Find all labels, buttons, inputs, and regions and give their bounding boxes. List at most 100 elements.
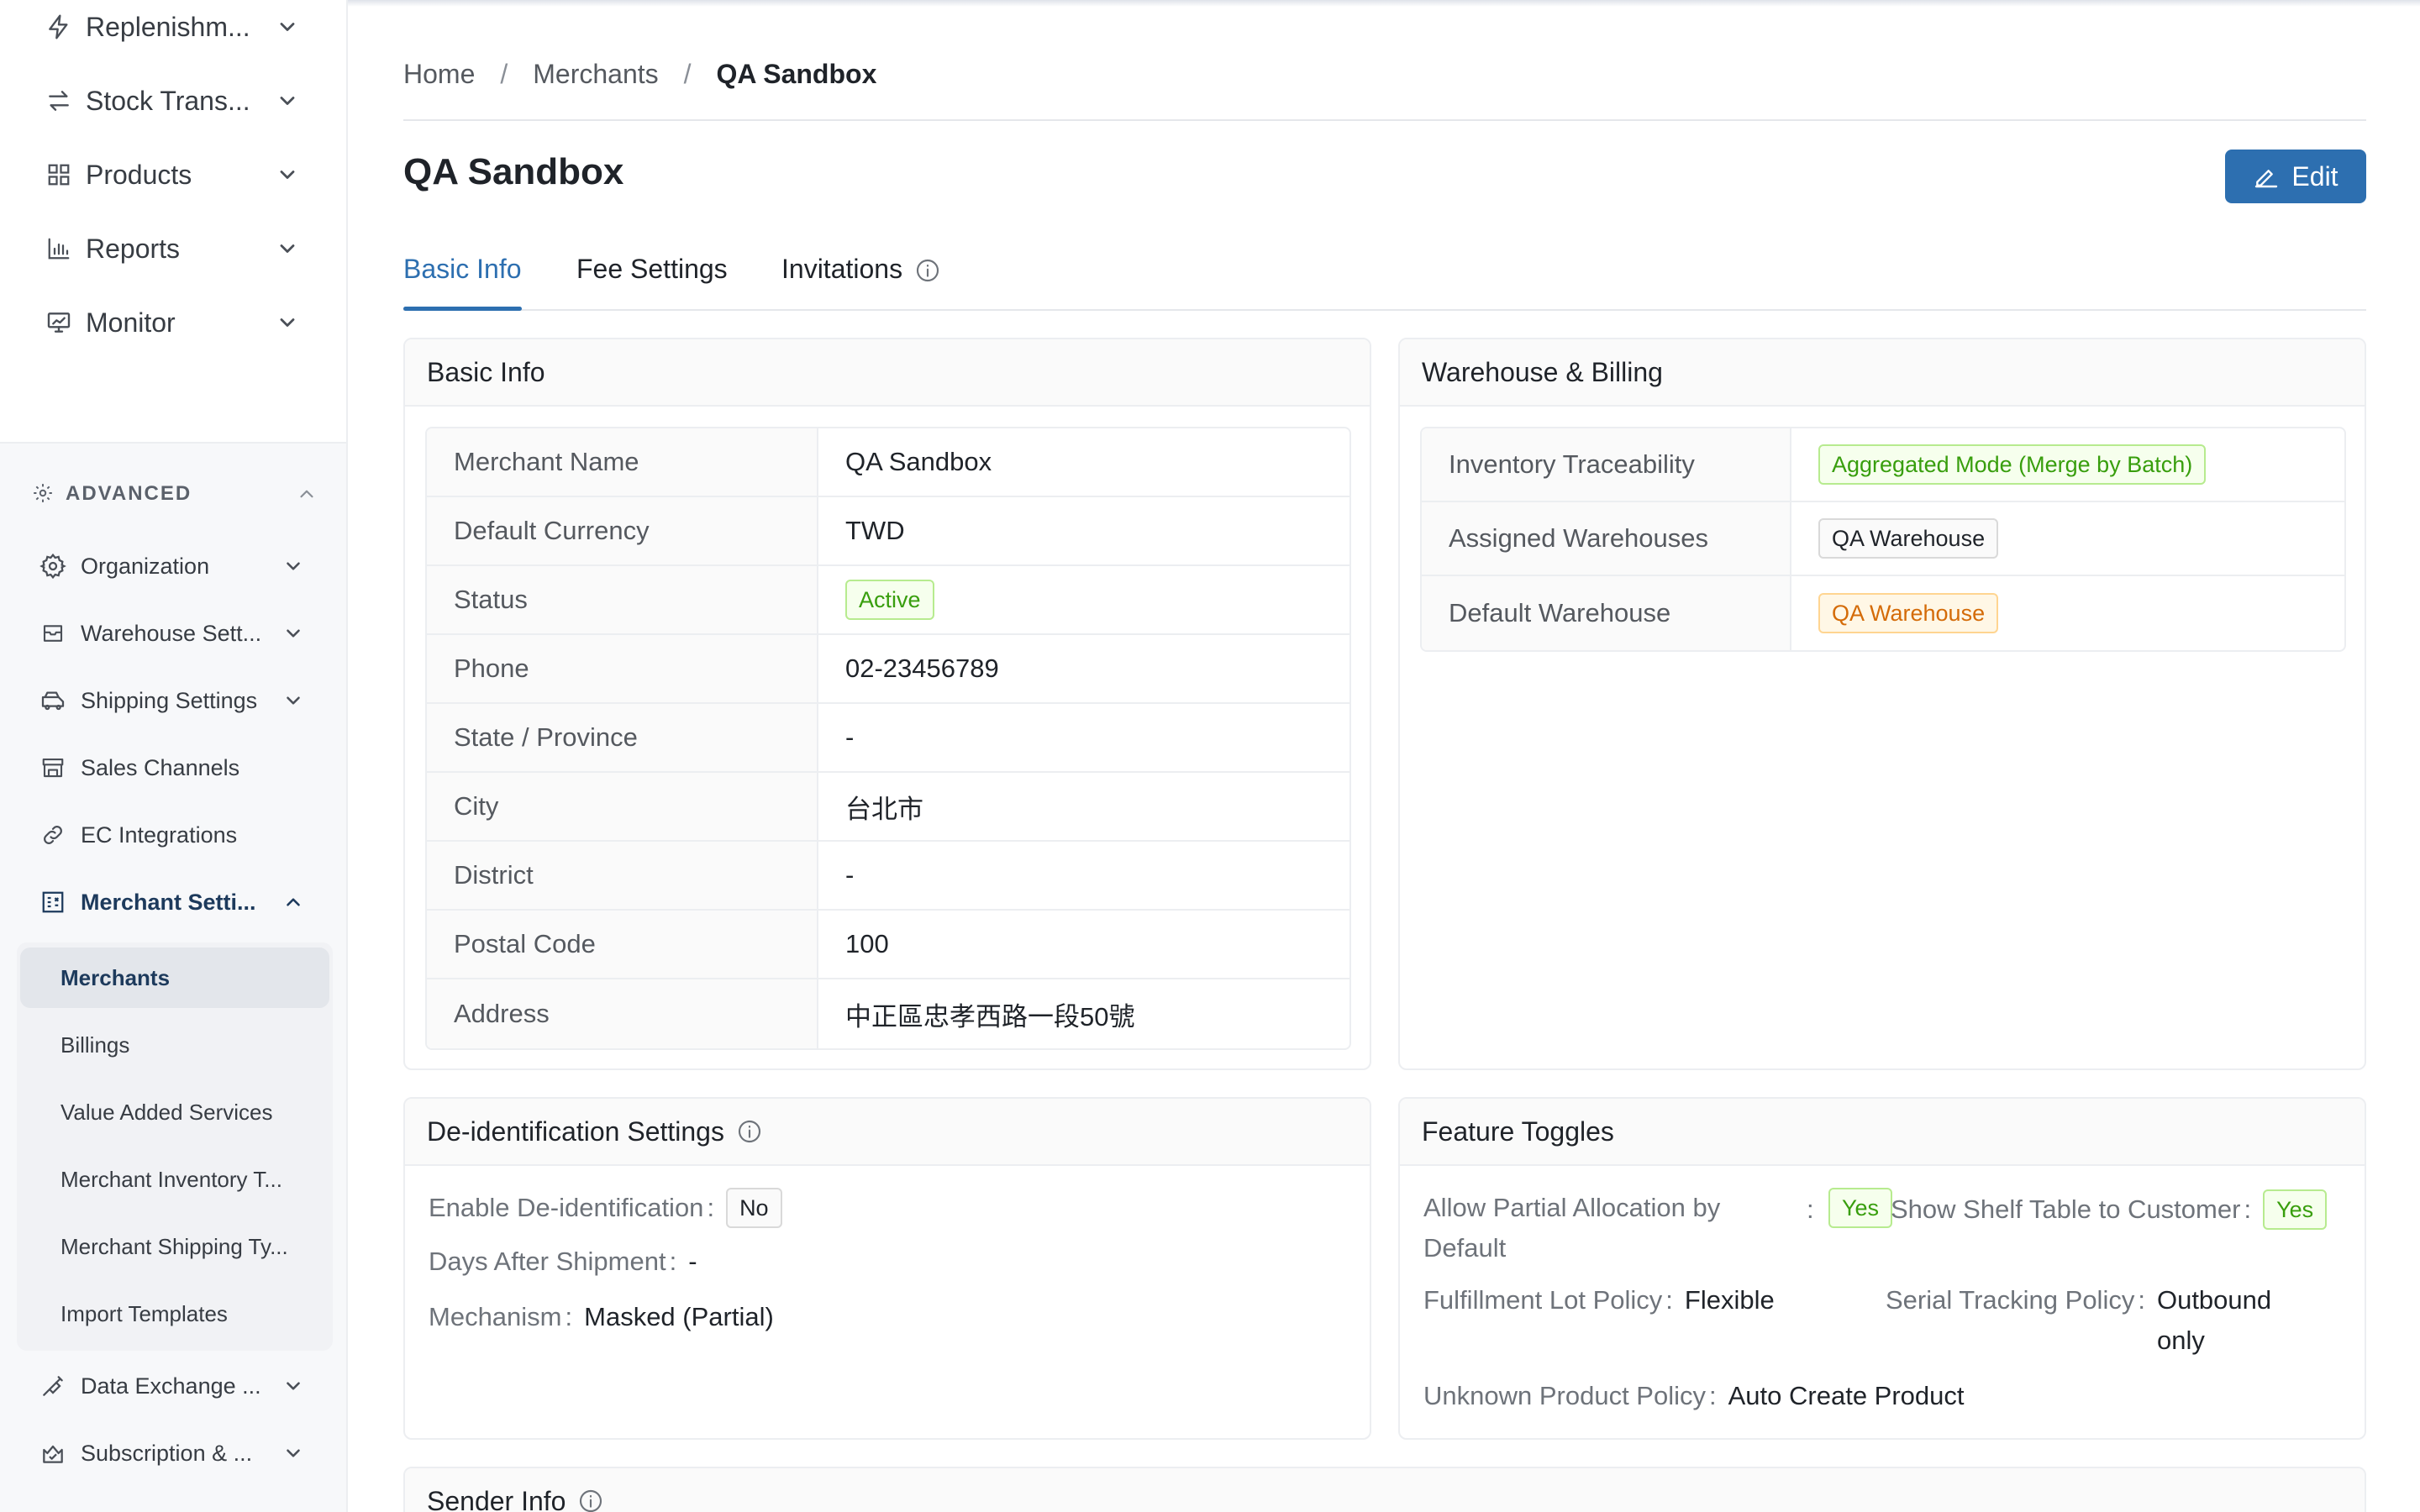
truck-icon: [39, 686, 67, 715]
card-title: Basic Info: [405, 339, 1370, 407]
sidebar-item-data-exchange[interactable]: Data Exchange ...: [39, 1359, 304, 1413]
table-row: Phone 02-23456789: [427, 635, 1349, 704]
tab-invitations[interactable]: Invitations: [781, 254, 941, 309]
row-label: Assigned Warehouses: [1422, 502, 1791, 575]
bolt-icon: [44, 12, 74, 42]
row-label: Default Warehouse: [1422, 576, 1791, 650]
warehouse-billing-card: Warehouse & Billing Inventory Traceabili…: [1398, 338, 2366, 1070]
chevron-down-icon: [282, 622, 304, 644]
advanced-section-toggle[interactable]: ADVANCED: [32, 469, 318, 519]
row-label: Status: [427, 566, 818, 633]
breadcrumb: Home / Merchants / QA Sandbox: [403, 55, 876, 92]
sidebar-item-organization[interactable]: Organization: [39, 539, 304, 593]
table-row: Address 中正區忠孝西路一段50號: [427, 979, 1349, 1048]
feature-toggles-card: Feature Toggles Allow Partial Allocation…: [1398, 1097, 2366, 1440]
desc-label: Serial Tracking Policy: [1886, 1285, 2135, 1315]
exchange-icon: [39, 1372, 67, 1400]
desc-label: Fulfillment Lot Policy: [1423, 1285, 1663, 1315]
sidebar-item-billings[interactable]: Billings: [20, 1015, 329, 1075]
sidebar-item-monitor[interactable]: Monitor: [44, 296, 299, 349]
chevron-down-icon: [276, 311, 299, 334]
desc-colon: :: [565, 1302, 573, 1331]
sidebar-item-label: Reports: [86, 233, 181, 264]
card-title: De-identification Settings: [405, 1099, 1370, 1166]
enable-deidentification-row: Enable De-identification : No: [429, 1188, 782, 1228]
sidebar-item-warehouse-settings[interactable]: Warehouse Sett...: [39, 606, 304, 660]
warehouse-billing-title: Warehouse & Billing: [1422, 356, 1663, 387]
state-value: -: [845, 722, 855, 752]
desc-colon: :: [1665, 1285, 1673, 1315]
row-label: Merchant Name: [427, 428, 818, 496]
table-row: Status Active: [427, 566, 1349, 635]
sidebar-item-replenishment[interactable]: Replenishm...: [44, 0, 299, 54]
sidebar-item-label: Replenishm...: [86, 11, 250, 42]
grid-icon: [44, 160, 74, 190]
tab-fee-settings[interactable]: Fee Settings: [576, 254, 728, 309]
sidebar-item-products[interactable]: Products: [44, 148, 299, 202]
desc-colon: :: [669, 1247, 677, 1276]
table-row: Postal Code 100: [427, 911, 1349, 979]
info-icon: [577, 1488, 604, 1512]
breadcrumb-divider: [403, 119, 2366, 121]
table-row: Assigned Warehouses QA Warehouse: [1422, 502, 2344, 576]
desc-colon: :: [2244, 1194, 2252, 1224]
gear-icon: [32, 482, 55, 506]
partial-allocation-label: Allow Partial Allocation by Default: [1423, 1188, 1720, 1268]
desc-value-line: Outbound: [2156, 1285, 2272, 1315]
main-content: Home / Merchants / QA Sandbox QA Sandbox…: [348, 0, 2420, 1512]
pencil-icon: [2253, 163, 2280, 190]
sidebar-item-shipping-settings[interactable]: Shipping Settings: [39, 674, 304, 727]
card-title: Warehouse & Billing: [1400, 339, 2365, 407]
breadcrumb-home[interactable]: Home: [403, 59, 475, 90]
sidebar-item-merchant-inventory[interactable]: Merchant Inventory T...: [20, 1149, 329, 1210]
chevron-down-icon: [276, 15, 299, 39]
row-label: State / Province: [427, 704, 818, 771]
info-icon: [736, 1118, 763, 1145]
desc-value: -: [688, 1247, 697, 1276]
status-cell: Active: [818, 566, 934, 633]
row-label: Postal Code: [427, 911, 818, 978]
sidebar-item-stock-transfer[interactable]: Stock Trans...: [44, 74, 299, 128]
chevron-down-icon: [276, 89, 299, 113]
partial-allocation-tag: Yes: [1828, 1188, 1893, 1228]
status-badge: Active: [845, 580, 934, 620]
sidebar-item-label: Shipping Settings: [81, 687, 258, 713]
sidebar-item-value-added-services[interactable]: Value Added Services: [20, 1082, 329, 1142]
sidebar-item-label: Data Exchange ...: [81, 1373, 261, 1399]
default-warehouse-cell: QA Warehouse: [1791, 576, 1999, 650]
sidebar-item-import-templates[interactable]: Import Templates: [20, 1284, 329, 1344]
sidebar-item-reports[interactable]: Reports: [44, 222, 299, 276]
row-label: District: [427, 842, 818, 909]
sidebar-item-ec-integrations[interactable]: EC Integrations: [39, 808, 304, 862]
show-shelf-tag: Yes: [2263, 1189, 2328, 1230]
mechanism-row: Mechanism : Masked (Partial): [429, 1302, 774, 1332]
deidentification-card: De-identification Settings Enable De-ide…: [403, 1097, 1371, 1440]
sender-info-card: Sender Info: [403, 1467, 2366, 1512]
basic-info-card: Basic Info Merchant Name QA Sandbox Defa…: [403, 338, 1371, 1070]
sidebar-item-subscription[interactable]: Subscription & ...: [39, 1426, 304, 1480]
row-label: City: [427, 773, 818, 840]
edit-button-label: Edit: [2291, 160, 2338, 192]
table-row: Inventory Traceability Aggregated Mode (…: [1422, 428, 2344, 502]
table-row: City 台北市: [427, 773, 1349, 842]
sidebar-item-merchant-shipping[interactable]: Merchant Shipping Ty...: [20, 1216, 329, 1277]
tab-basic-info[interactable]: Basic Info: [403, 254, 522, 311]
table-row: District -: [427, 842, 1349, 911]
breadcrumb-merchants[interactable]: Merchants: [533, 59, 658, 90]
chevron-down-icon: [282, 1442, 304, 1464]
sidebar-item-label: Warehouse Sett...: [81, 620, 262, 646]
sidebar-item-merchant-settings[interactable]: Merchant Setti...: [39, 875, 304, 929]
card-title: Feature Toggles: [1400, 1099, 2365, 1166]
sidebar-item-sales-channels[interactable]: Sales Channels: [39, 741, 304, 795]
gear-icon: [39, 552, 67, 580]
address-value: 中正區忠孝西路一段50號: [845, 1001, 1135, 1032]
edit-button[interactable]: Edit: [2225, 150, 2366, 203]
sidebar-item-merchants[interactable]: Merchants: [20, 948, 329, 1008]
desc-value: Masked (Partial): [584, 1302, 774, 1331]
sidebar-item-label: Products: [86, 159, 192, 190]
breadcrumb-separator: /: [683, 58, 692, 89]
desc-label: Days After Shipment: [429, 1247, 666, 1276]
box-icon: [39, 619, 67, 648]
tab-label: Basic Info: [403, 254, 522, 284]
sender-info-title: Sender Info: [427, 1485, 566, 1512]
